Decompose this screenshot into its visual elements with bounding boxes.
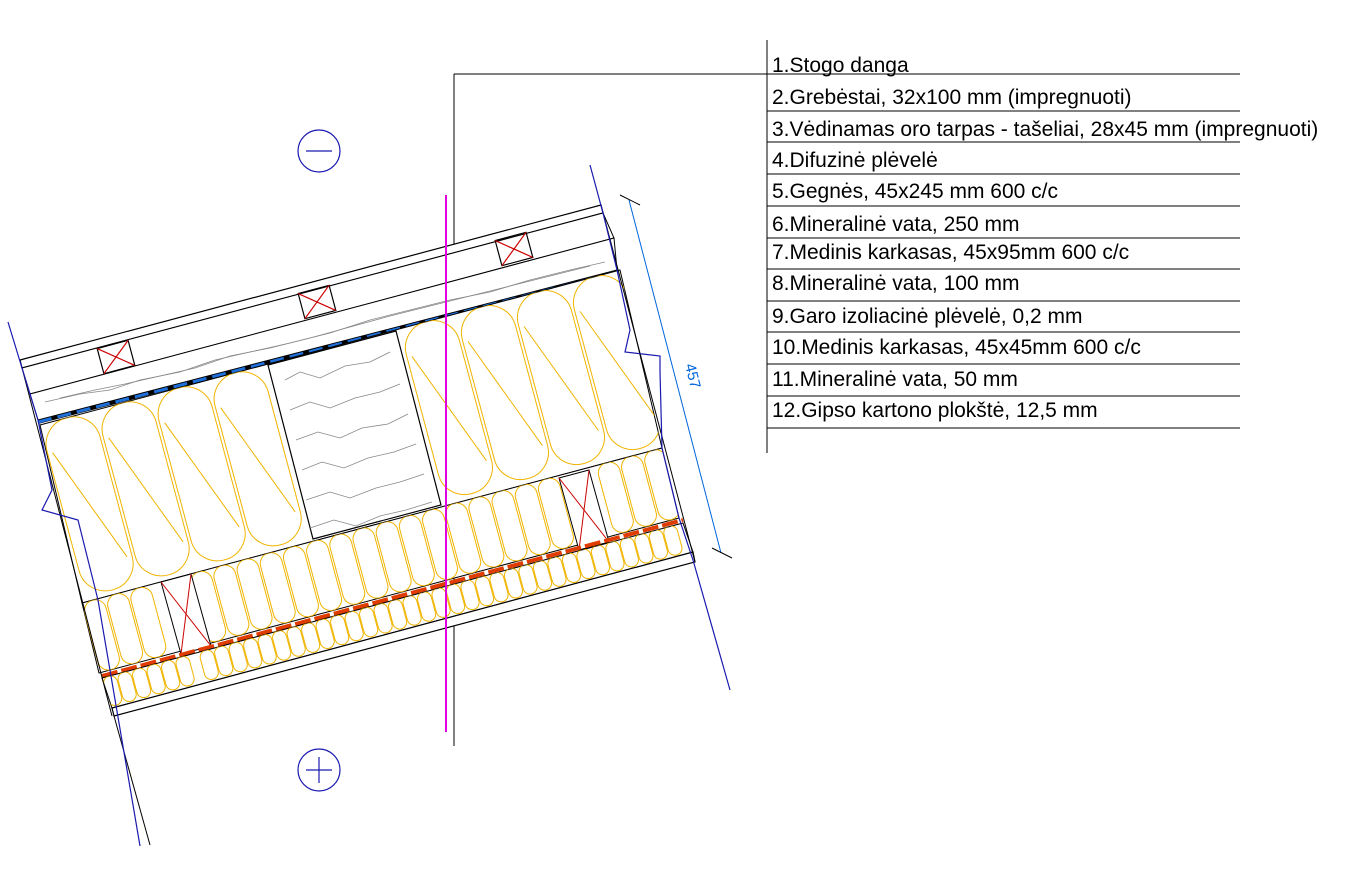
legend-table: 1.Stogo danga 2.Grebėstai, 32x100 mm (im… — [766, 40, 1318, 453]
legend-item-8: 8.Mineralinė vata, 100 mm — [772, 272, 1019, 295]
dimension-label: 457 — [681, 362, 704, 390]
legend-item-6: 6.Mineralinė vata, 250 mm — [772, 213, 1019, 236]
legend-item-9: 9.Garo izoliacinė plėvelė, 0,2 mm — [772, 305, 1082, 328]
legend-item-3: 3.Vėdinamas oro tarpas - tašeliai, 28x45… — [772, 118, 1318, 141]
legend-item-4: 4.Difuzinė plėvelė — [772, 149, 938, 172]
legend-item-12: 12.Gipso kartono plokštė, 12,5 mm — [772, 399, 1098, 422]
legend-item-10: 10.Medinis karkasas, 45x45mm 600 c/c — [772, 336, 1141, 359]
legend-item-2: 2.Grebėstai, 32x100 mm (impregnuoti) — [772, 86, 1132, 109]
interior-plus-icon — [297, 748, 341, 792]
roof-assembly — [19, 204, 696, 846]
exterior-minus-icon — [297, 129, 341, 173]
legend-item-11: 11.Mineralinė vata, 50 mm — [772, 368, 1018, 391]
legend-item-1: 1.Stogo danga — [772, 54, 909, 77]
roof-section-drawing: 457 1.Stogo danga 2.Grebėstai, 32x100 mm… — [7, 40, 1318, 847]
legend-item-5: 5.Gegnės, 45x245 mm 600 c/c — [772, 180, 1058, 203]
legend-item-7: 7.Medinis karkasas, 45x95mm 600 c/c — [772, 241, 1129, 264]
